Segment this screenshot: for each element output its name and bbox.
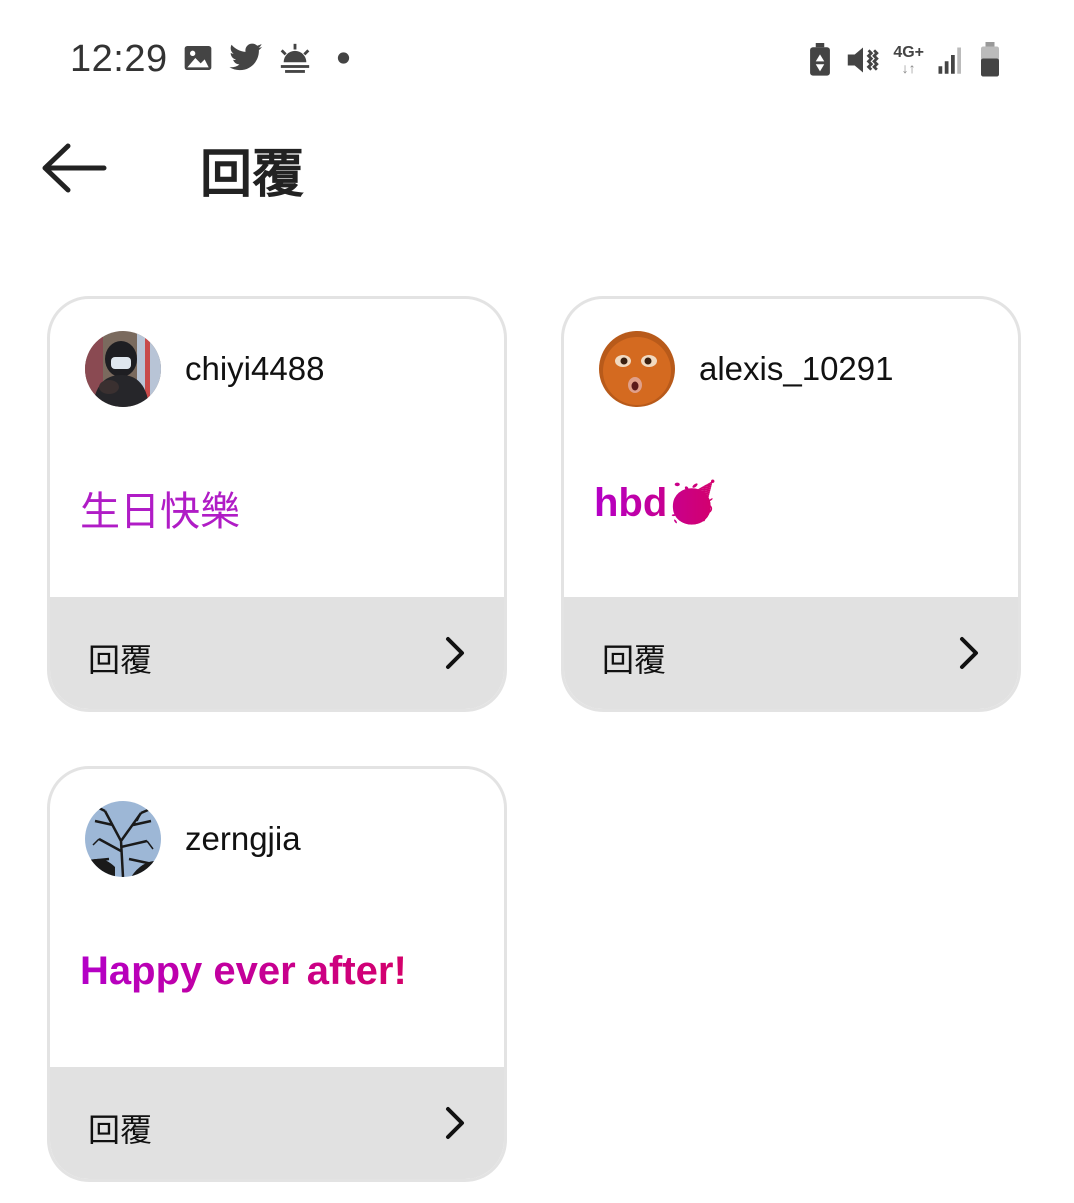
reply-card[interactable]: zerngjia Happy ever after! 回覆 bbox=[47, 766, 507, 1182]
network-label: 4G+ bbox=[893, 44, 924, 61]
avatar[interactable] bbox=[85, 801, 161, 877]
status-left-icons bbox=[182, 42, 356, 74]
card-user[interactable]: alexis_10291 bbox=[599, 331, 894, 407]
signal-icon bbox=[938, 47, 961, 74]
reply-footer-button[interactable]: 回覆 bbox=[564, 597, 1018, 709]
weather-sunrise-icon bbox=[280, 43, 310, 73]
card-user[interactable]: zerngjia bbox=[85, 801, 301, 877]
chevron-right-icon bbox=[446, 1107, 464, 1139]
reply-label: 回覆 bbox=[88, 1112, 153, 1148]
reply-text: hbd🥳 bbox=[594, 481, 718, 525]
status-right-icons: 4G+ ↓↑ bbox=[807, 42, 1002, 78]
username[interactable]: zerngjia bbox=[185, 820, 301, 858]
status-bar: 12:29 4G+ ↓↑ bbox=[0, 0, 1074, 120]
reply-label: 回覆 bbox=[602, 642, 667, 678]
reply-footer-button[interactable]: 回覆 bbox=[50, 1067, 504, 1179]
card-user[interactable]: chiyi4488 bbox=[85, 331, 324, 407]
avatar[interactable] bbox=[85, 331, 161, 407]
battery-icon bbox=[981, 42, 999, 77]
data-arrows-icon: ↓↑ bbox=[901, 60, 916, 76]
twitter-icon bbox=[229, 43, 263, 71]
username[interactable]: chiyi4488 bbox=[185, 350, 324, 388]
gallery-icon bbox=[184, 46, 212, 70]
avatar[interactable] bbox=[599, 331, 675, 407]
reply-label: 回覆 bbox=[88, 642, 153, 678]
username[interactable]: alexis_10291 bbox=[699, 350, 894, 388]
vibrate-mute-icon bbox=[848, 47, 880, 73]
reply-footer-button[interactable]: 回覆 bbox=[50, 597, 504, 709]
app-header: 回覆 bbox=[0, 120, 1074, 220]
battery-saver-icon bbox=[810, 43, 831, 76]
status-time: 12:29 bbox=[70, 38, 168, 80]
chevron-right-icon bbox=[446, 637, 464, 669]
back-button[interactable] bbox=[38, 138, 110, 198]
reply-text: 生日快樂 bbox=[80, 490, 240, 534]
page-title: 回覆 bbox=[200, 146, 305, 204]
arrow-left-icon bbox=[42, 143, 107, 193]
reply-card[interactable]: alexis_10291 hbd🥳 回覆 bbox=[561, 296, 1021, 712]
reply-card[interactable]: chiyi4488 生日快樂 回覆 bbox=[47, 296, 507, 712]
chevron-right-icon bbox=[960, 637, 978, 669]
notification-dot-icon bbox=[337, 52, 350, 64]
network-4g-icon: 4G+ ↓↑ bbox=[893, 44, 924, 76]
reply-text: Happy ever after! bbox=[80, 949, 407, 993]
